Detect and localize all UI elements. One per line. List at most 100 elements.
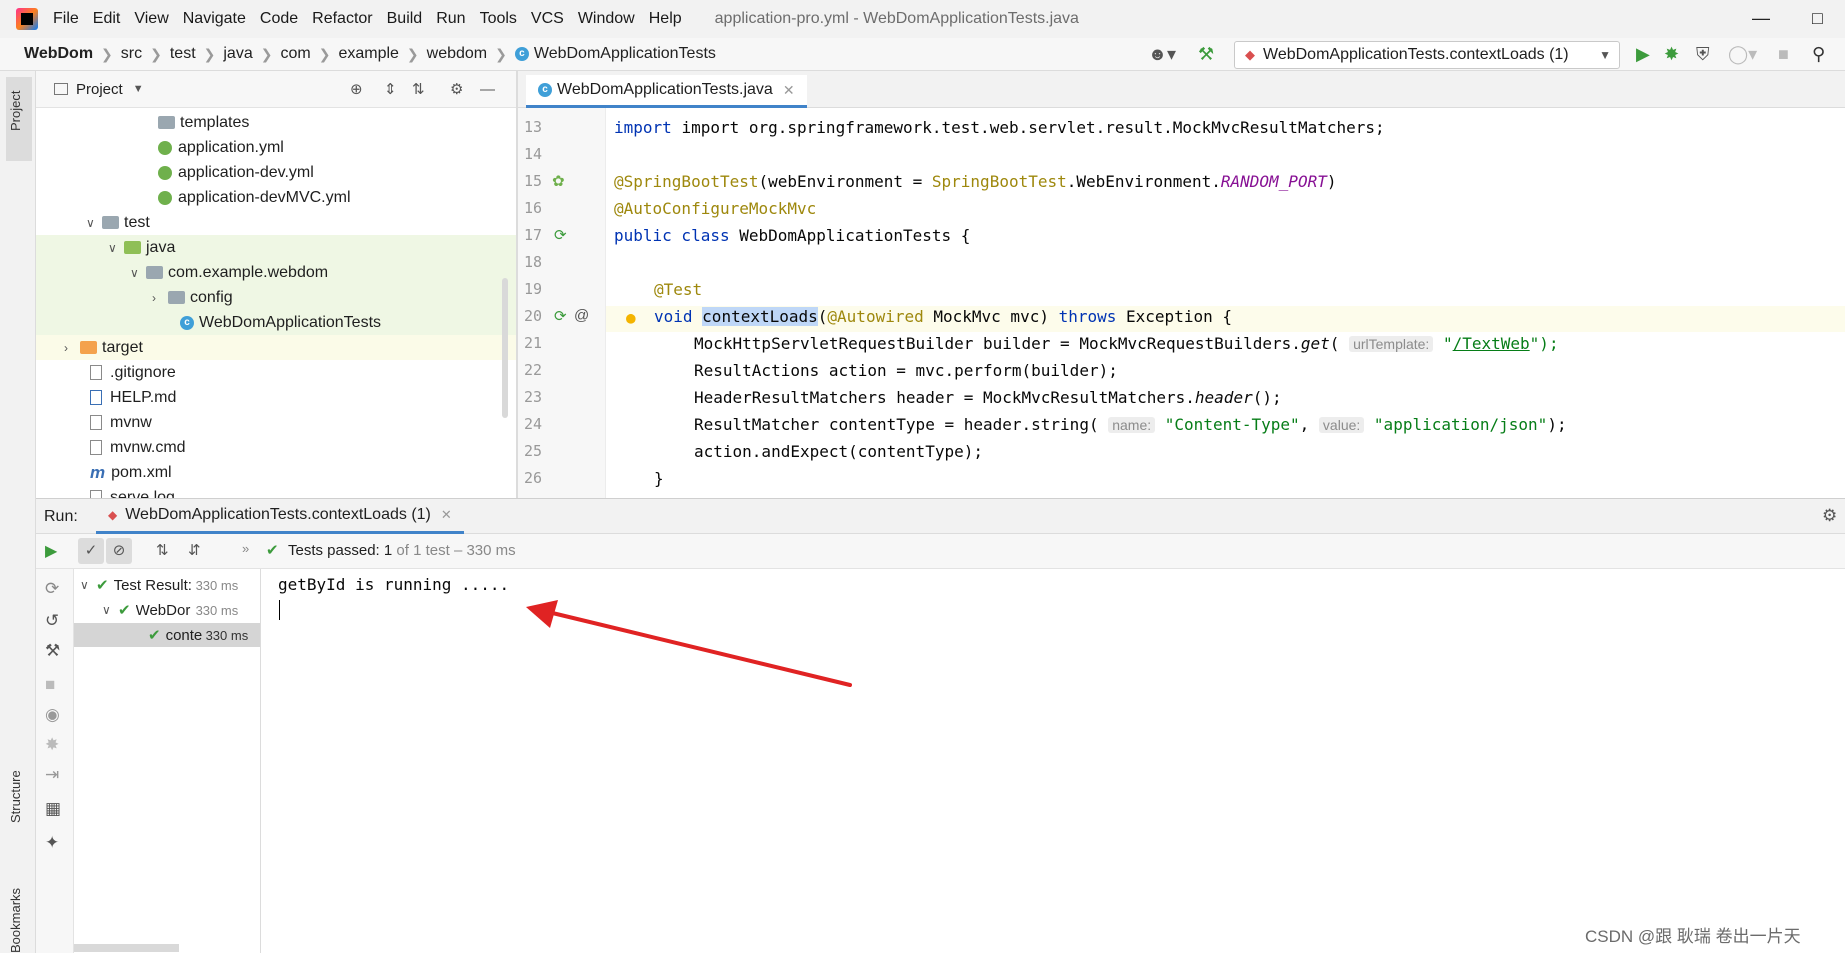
tree-item-label: WebDomApplicationTests: [199, 313, 382, 331]
menu-code[interactable]: Code: [253, 10, 305, 28]
run-test-class-icon[interactable]: ⟳: [554, 226, 567, 244]
menu-tools[interactable]: Tools: [473, 10, 524, 28]
pin-icon[interactable]: ✦: [45, 833, 59, 853]
menu-view[interactable]: View: [127, 10, 175, 28]
tree-item-application-dev-yml[interactable]: application-dev.yml: [36, 160, 516, 185]
tree-item-application-yml[interactable]: application.yml: [36, 135, 516, 160]
maximize-icon[interactable]: □: [1812, 8, 1823, 29]
sort-alphabetically-icon[interactable]: ⇅: [156, 541, 169, 559]
run-tab[interactable]: ◆ WebDomApplicationTests.contextLoads (1…: [96, 499, 464, 534]
close-icon[interactable]: ✕: [783, 82, 795, 99]
sort-by-duration-icon[interactable]: ⇵: [188, 541, 201, 559]
tree-item-test[interactable]: ∨ test: [36, 210, 516, 235]
chevron-right-icon[interactable]: ›: [152, 291, 168, 305]
toggle-auto-test-icon[interactable]: ↺: [45, 611, 59, 631]
gear-icon[interactable]: ⚙: [1822, 506, 1837, 526]
test-tree-row[interactable]: ∨ ✔ WebDor 330 ms: [74, 598, 260, 622]
menu-run[interactable]: Run: [429, 10, 472, 28]
autowired-icon[interactable]: @: [574, 307, 589, 324]
tree-item-package[interactable]: ∨ com.example.webdom: [36, 260, 516, 285]
menu-vcs[interactable]: VCS: [524, 10, 571, 28]
breadcrumb-item-src[interactable]: src: [121, 45, 142, 63]
editor-tab[interactable]: c WebDomApplicationTests.java ✕: [526, 75, 807, 108]
string-literal: ");: [1529, 334, 1559, 353]
chevron-down-icon[interactable]: ∨: [86, 216, 102, 230]
gear-icon[interactable]: ⚙: [450, 80, 463, 98]
lightbulb-icon[interactable]: ●: [626, 308, 636, 327]
tree-item-application-devmvc-yml[interactable]: application-devMVC.yml: [36, 185, 516, 210]
project-vertical-tab[interactable]: Project: [8, 91, 23, 131]
layout-icon[interactable]: ▦: [45, 799, 61, 819]
breadcrumb-item-project[interactable]: WebDom: [24, 45, 93, 63]
profile-icon[interactable]: ◯▾: [1728, 44, 1757, 65]
menu-help[interactable]: Help: [642, 10, 689, 28]
bookmarks-vertical-tab[interactable]: Bookmarks: [8, 888, 23, 953]
camera-icon[interactable]: ◉: [45, 705, 60, 725]
chevron-down-icon[interactable]: ▼: [133, 83, 144, 95]
import-tests-icon[interactable]: ⇥: [45, 765, 59, 785]
stop-icon[interactable]: ■: [45, 675, 55, 695]
user-icon[interactable]: ☻▾: [1148, 44, 1176, 65]
code-editor[interactable]: import import org.springframework.test.w…: [606, 108, 1845, 498]
close-icon[interactable]: ✕: [441, 507, 452, 523]
spring-bean-icon[interactable]: ✿: [552, 172, 565, 190]
breadcrumb-item-webdom[interactable]: webdom: [427, 45, 487, 63]
tree-item-help-md[interactable]: HELP.md: [36, 385, 516, 410]
more-actions-icon[interactable]: »: [242, 541, 249, 556]
chevron-down-icon[interactable]: ∨: [130, 266, 146, 280]
code-line-21: MockHttpServletRequestBuilder builder = …: [694, 334, 1559, 353]
tree-horizontal-scrollbar[interactable]: [74, 944, 179, 952]
tree-item-gitignore[interactable]: .gitignore: [36, 360, 516, 385]
rerun-icon[interactable]: ▶: [45, 541, 57, 561]
breadcrumb-item-class[interactable]: WebDomApplicationTests: [534, 45, 716, 63]
tree-item-config[interactable]: › config: [36, 285, 516, 310]
chevron-down-icon[interactable]: ∨: [108, 241, 124, 255]
hide-panel-icon[interactable]: —: [480, 81, 495, 98]
line-number: 15: [523, 172, 542, 190]
tree-item-java[interactable]: ∨ java: [36, 235, 516, 260]
url-link[interactable]: /TextWeb: [1453, 334, 1530, 353]
menu-window[interactable]: Window: [571, 10, 642, 28]
tree-item-mvnw[interactable]: mvnw: [36, 410, 516, 435]
collapse-all-icon[interactable]: ⇅: [412, 80, 425, 98]
menu-navigate[interactable]: Navigate: [176, 10, 253, 28]
tree-item-pom-xml[interactable]: m pom.xml: [36, 460, 516, 485]
breadcrumb-item-java[interactable]: java: [223, 45, 252, 63]
breadcrumb-item-example[interactable]: example: [338, 45, 398, 63]
run-icon[interactable]: ▶: [1636, 44, 1650, 65]
build-hammer-icon[interactable]: ⚒: [1198, 44, 1214, 65]
show-passed-icon[interactable]: ✓: [78, 538, 104, 564]
run-test-method-icon[interactable]: ⟳: [554, 307, 567, 325]
debug-icon[interactable]: ✸: [1664, 44, 1679, 65]
tree-scrollbar[interactable]: [502, 278, 508, 418]
tree-item-serve-log[interactable]: serve.log: [36, 485, 516, 498]
menu-file[interactable]: File: [46, 10, 86, 28]
menu-edit[interactable]: Edit: [86, 10, 128, 28]
run-configuration-select[interactable]: ◆ WebDomApplicationTests.contextLoads (1…: [1234, 41, 1620, 69]
wrench-icon[interactable]: ⚒: [45, 641, 60, 661]
menu-refactor[interactable]: Refactor: [305, 10, 379, 28]
tree-item-target[interactable]: › target: [36, 335, 516, 360]
project-panel-title[interactable]: Project: [76, 81, 123, 98]
expand-all-icon[interactable]: ⇕: [384, 80, 397, 98]
menu-build[interactable]: Build: [380, 10, 430, 28]
tree-item-mvnw-cmd[interactable]: mvnw.cmd: [36, 435, 516, 460]
test-tree-row[interactable]: ∨ ✔ Test Result: 330 ms: [74, 573, 260, 597]
tree-item-webdomapplicationtests[interactable]: c WebDomApplicationTests: [36, 310, 516, 335]
chevron-right-icon[interactable]: ›: [64, 341, 80, 355]
test-tree-row-selected[interactable]: ✔ conte 330 ms: [74, 623, 260, 647]
minimize-icon[interactable]: —: [1752, 8, 1770, 29]
breadcrumb-item-test[interactable]: test: [170, 45, 196, 63]
chevron-down-icon[interactable]: ∨: [80, 578, 96, 592]
search-icon[interactable]: ⚲: [1812, 44, 1825, 65]
coverage-icon[interactable]: ⛨: [1696, 44, 1710, 65]
structure-vertical-tab[interactable]: Structure: [8, 770, 23, 823]
debug-icon[interactable]: ✸: [45, 735, 59, 755]
rerun-failed-icon[interactable]: ⟳: [45, 579, 59, 599]
breadcrumb-item-com[interactable]: com: [280, 45, 310, 63]
chevron-down-icon[interactable]: ∨: [102, 603, 118, 617]
stop-icon[interactable]: ■: [1778, 44, 1789, 65]
locate-icon[interactable]: ⊕: [350, 80, 363, 98]
tree-item-templates[interactable]: templates: [36, 110, 516, 135]
show-ignored-icon[interactable]: ⊘: [106, 538, 132, 564]
